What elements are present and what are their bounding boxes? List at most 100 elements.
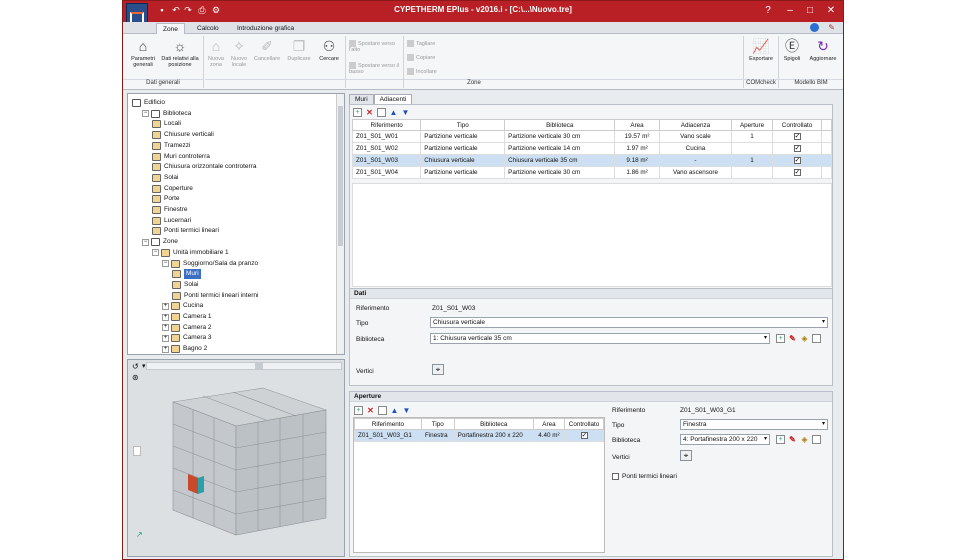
tree-scrollbar[interactable]	[336, 94, 344, 354]
tree-item[interactable]: Coperture	[152, 184, 193, 194]
collapse-icon[interactable]: −	[162, 260, 169, 267]
dati-relativi-button[interactable]: ☼ Dati relativi alla posizione	[161, 36, 199, 76]
tree-item[interactable]: Porte	[152, 194, 180, 204]
copy-icon[interactable]	[378, 405, 387, 415]
checkbox[interactable]: ✓	[580, 432, 588, 439]
tools-icon[interactable]: ✎	[828, 23, 835, 32]
column-header[interactable]: Biblioteca	[453, 418, 534, 430]
view-3d-panel[interactable]: ↺ ▾ ⊛ ↗	[127, 359, 345, 557]
column-header[interactable]: Tipo	[420, 119, 506, 131]
tree-item[interactable]: Tramezzi	[152, 141, 190, 151]
ap-vertici-button[interactable]: ⌖	[680, 450, 692, 461]
tree-item[interactable]: Solai	[172, 280, 198, 290]
column-header[interactable]: Area	[532, 418, 566, 430]
tree-item[interactable]: Locali	[152, 119, 181, 129]
spostare-basso-button[interactable]: Spostare verso il basso	[349, 62, 399, 75]
tree-item[interactable]: Solai	[152, 173, 178, 183]
add-icon[interactable]: +	[776, 334, 785, 343]
column-header[interactable]: Riferimento	[354, 418, 422, 430]
tab-calcolo[interactable]: Calcolo	[191, 23, 225, 34]
tab-muri[interactable]: Muri	[349, 94, 374, 104]
tree-item[interactable]: + Cucina	[162, 301, 203, 311]
expand-icon[interactable]: +	[162, 334, 169, 342]
tree-item[interactable]: Ponti termici lineari	[152, 226, 219, 236]
ponti-checkbox[interactable]	[612, 473, 619, 480]
ap-biblioteca-select[interactable]: 4: Portafinestra 200 x 220 ▾	[680, 434, 770, 445]
add-icon[interactable]: +	[776, 435, 785, 444]
tipo-select[interactable]: Chiusura verticale ▾	[430, 317, 828, 328]
table-row[interactable]: Z01_S01_W02 Partizione verticale Partizion…	[351, 142, 832, 155]
edit-icon[interactable]: ✎	[788, 334, 797, 343]
table-row[interactable]: Z01_S01_W03 Chiusura verticale Chiusura ve…	[351, 154, 832, 167]
view-hscrollbar[interactable]	[146, 362, 342, 370]
biblioteca-select[interactable]: 1: Chiusura verticale 35 cm ▾	[430, 333, 770, 344]
tree-item[interactable]: − Soggiorno/Sala da pranzo	[162, 259, 258, 269]
vertici-button[interactable]: ⌖	[432, 364, 444, 375]
help-button[interactable]: ?	[758, 4, 778, 18]
copy-icon[interactable]	[377, 107, 386, 117]
parametri-generali-button[interactable]: ⌂ Parametri generali	[127, 36, 159, 76]
tree-item[interactable]: Chiusure verticali	[152, 130, 214, 140]
column-header[interactable]: Adiacenza	[658, 119, 733, 131]
tree-item[interactable]: + Camera 1	[162, 312, 212, 322]
minimize-button[interactable]: –	[780, 4, 800, 18]
scrollbar-thumb[interactable]	[338, 106, 343, 246]
tab-zone[interactable]: Zone	[156, 23, 185, 34]
nuovo-locale-button[interactable]: ✧ Nuovo locale	[227, 36, 251, 76]
spigoli-button[interactable]: Ⓔ Spigoli	[779, 36, 805, 76]
arrow-down-icon[interactable]: ▼	[402, 406, 411, 415]
library-icon[interactable]: ◈	[800, 334, 809, 343]
tagliare-button[interactable]: Tagliare	[407, 40, 435, 47]
info-icon[interactable]	[810, 23, 819, 32]
copy-icon[interactable]	[812, 334, 821, 343]
checkbox[interactable]: ✓	[793, 133, 801, 140]
column-header[interactable]: Aperture	[731, 119, 773, 131]
table-row[interactable]: Z01_S01_W04 Partizione verticale Partizion…	[351, 166, 832, 179]
tree-item[interactable]: Muri	[172, 269, 201, 280]
orbit-icon[interactable]: ⊛	[132, 373, 139, 382]
tree-item[interactable]: − Zone	[142, 237, 178, 247]
duplicare-button[interactable]: ❐ Duplicare	[283, 36, 315, 76]
incollare-button[interactable]: Incollare	[407, 68, 437, 75]
tree-item[interactable]: Ponti termici lineari interni	[172, 291, 258, 301]
add-icon[interactable]: +	[353, 107, 362, 117]
tree-item[interactable]: + Camera 3	[162, 333, 212, 343]
expand-icon[interactable]: +	[162, 302, 169, 310]
edit-icon[interactable]: ✎	[788, 435, 797, 444]
rotate-icon[interactable]: ↺	[132, 362, 139, 371]
collapse-icon[interactable]: −	[152, 249, 159, 257]
collapse-icon[interactable]: −	[142, 110, 149, 118]
table-row[interactable]: Z01_S01_W01 Partizione verticale Partizion…	[351, 130, 832, 143]
tree-item[interactable]: + Bagno 2	[162, 344, 207, 354]
delete-icon[interactable]: ✕	[365, 108, 374, 117]
checkbox[interactable]: ✓	[793, 145, 801, 152]
copy-icon[interactable]	[812, 435, 821, 444]
checkbox[interactable]: ✓	[793, 157, 801, 164]
tree-item[interactable]: Chiusura orizzontale controterra	[152, 162, 257, 172]
copiare-button[interactable]: Copiare	[407, 54, 435, 61]
expand-icon[interactable]: +	[162, 324, 169, 332]
spostare-alto-button[interactable]: Spostare verso l'alto	[349, 40, 399, 53]
close-button[interactable]: ✕	[821, 4, 841, 18]
column-header[interactable]: Controllato	[564, 418, 604, 430]
tree-item[interactable]: − Biblioteca	[142, 109, 191, 119]
tab-introduzione-grafica[interactable]: Introduzione grafica	[231, 23, 300, 34]
ap-tipo-select[interactable]: Finestra ▾	[680, 419, 828, 430]
tree-item[interactable]: Muri controterra	[152, 152, 210, 162]
scrollbar-thumb[interactable]	[255, 363, 263, 369]
column-header[interactable]: Controllato	[771, 119, 823, 131]
cercare-button[interactable]: ⚇ Cercare	[315, 36, 343, 76]
table-row[interactable]: Z01_S01_W03_G1 Finestra Portafinestra 200 …	[354, 429, 604, 442]
expand-icon[interactable]: +	[162, 345, 169, 353]
column-header[interactable]: Area	[614, 119, 660, 131]
tree-item[interactable]: Lucernari	[152, 216, 191, 226]
cancellare-button[interactable]: ✐ Cancellare	[251, 36, 283, 76]
esportare-button[interactable]: 📈 Esportare	[745, 36, 777, 76]
nuova-zona-button[interactable]: ⌂ Nuova zona	[205, 36, 227, 76]
tree-item[interactable]: + Camera 2	[162, 323, 212, 333]
tree-item[interactable]: Edificio	[132, 98, 165, 108]
tree-item[interactable]: Finestre	[152, 205, 187, 215]
add-icon[interactable]: +	[354, 405, 363, 415]
arrow-up-icon[interactable]: ▲	[390, 406, 399, 415]
aggiornare-button[interactable]: ↻ Aggiornare	[805, 36, 841, 76]
